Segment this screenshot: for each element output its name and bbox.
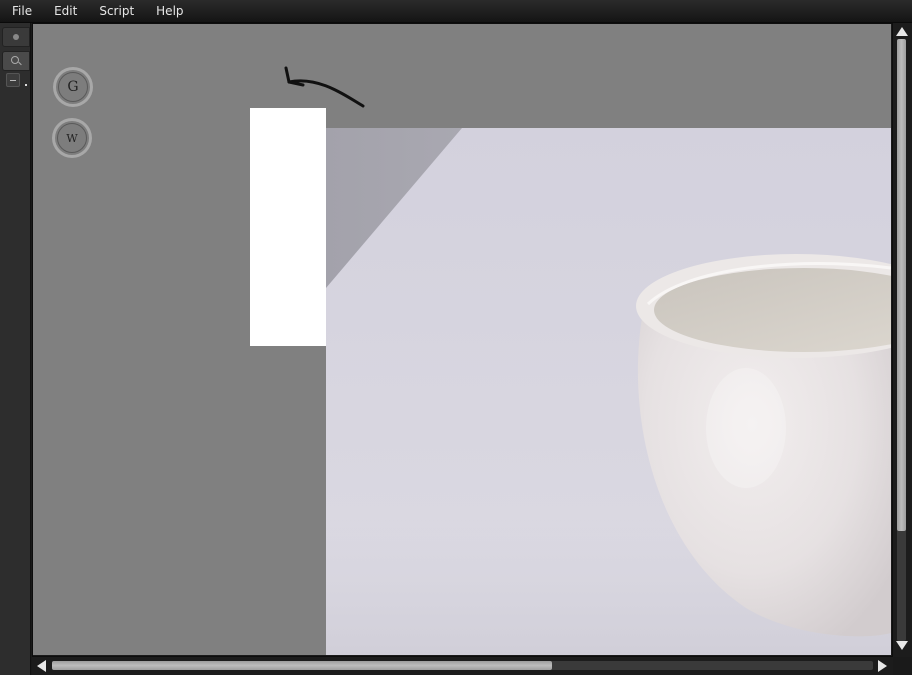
tool-tab-1[interactable] (2, 27, 30, 47)
horizontal-scroll-thumb[interactable] (52, 661, 552, 670)
wall-shadow (326, 128, 462, 288)
menu-edit[interactable]: Edit (43, 0, 88, 22)
scroll-up-icon[interactable] (896, 27, 908, 36)
cup-photo-drawing (326, 128, 891, 655)
dot-icon (13, 34, 19, 40)
menu-bar: File Edit Script Help (0, 0, 912, 23)
w-tool-label: W (57, 123, 87, 153)
w-tool-button[interactable]: W (52, 118, 92, 158)
tool-strip (0, 23, 31, 675)
canvas-viewport[interactable]: G W (33, 24, 891, 655)
collapse-button[interactable] (6, 73, 20, 87)
minus-icon (10, 79, 16, 81)
scroll-right-icon[interactable] (878, 660, 887, 672)
scroll-down-icon[interactable] (896, 641, 908, 650)
vertical-scrollbar[interactable] (893, 23, 912, 657)
marker-dot (25, 84, 27, 86)
white-placeholder-panel (250, 108, 326, 346)
menu-file[interactable]: File (0, 0, 43, 22)
cup-reflection (706, 368, 786, 488)
zoom-icon (11, 56, 21, 66)
horizontal-scrollbar[interactable] (32, 657, 893, 675)
menu-help[interactable]: Help (145, 0, 194, 22)
menu-script[interactable]: Script (88, 0, 145, 22)
cup-photo (326, 128, 891, 655)
tool-tab-zoom[interactable] (2, 51, 30, 71)
g-tool-label: G (58, 72, 88, 102)
scroll-left-icon[interactable] (37, 660, 46, 672)
vertical-scroll-thumb[interactable] (897, 39, 906, 531)
g-tool-button[interactable]: G (53, 67, 93, 107)
curved-arrow-icon (284, 66, 365, 108)
